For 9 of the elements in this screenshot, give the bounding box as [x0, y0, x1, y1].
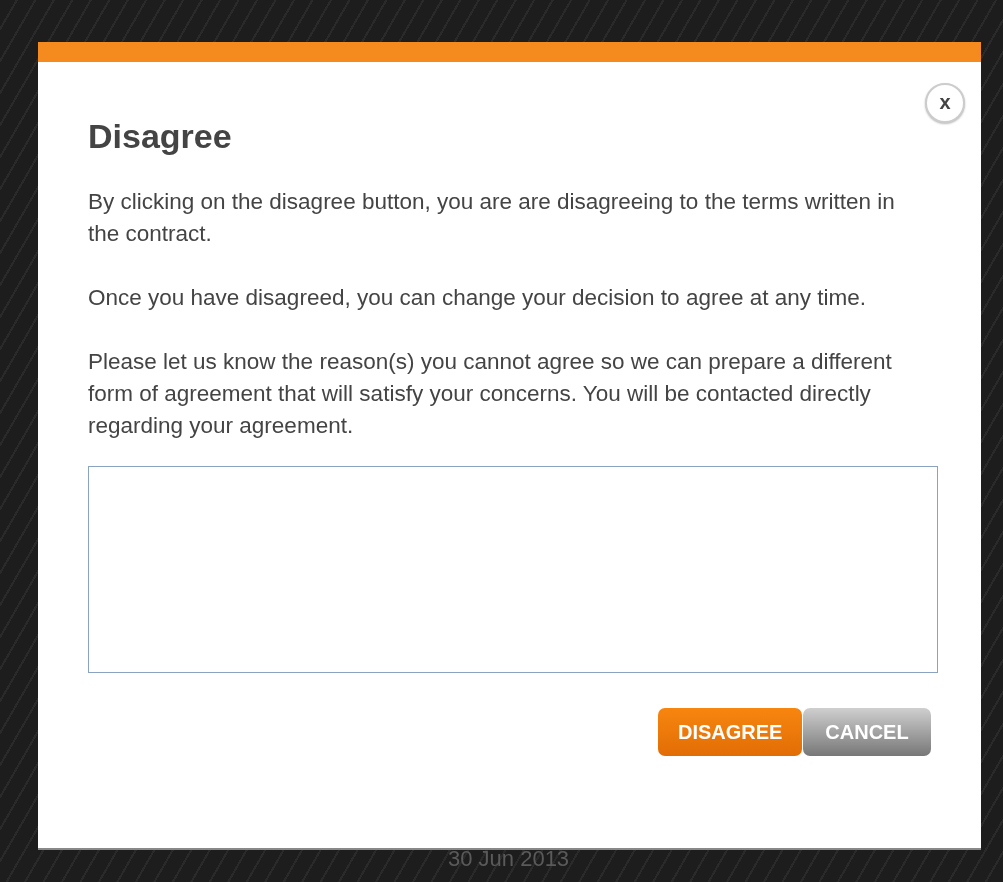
dialog-paragraph: By clicking on the disagree button, you are are disagreeing to the terms written in the contract. — [88, 188, 896, 248]
disagree-button[interactable]: DISAGREE — [658, 708, 802, 756]
cancel-button[interactable]: CANCEL — [803, 708, 931, 756]
close-button[interactable]: x — [925, 83, 965, 123]
reason-textarea[interactable] — [88, 466, 938, 673]
dialog-paragraph: Please let us know the reason(s) you cannot agree so we can prepare a different form of agreement that will satisfy your concerns. You will be contacted directly regarding your agreement. — [88, 348, 893, 440]
background-date: 30 Jun 2013 — [448, 846, 570, 872]
dialog-paragraph: Once you have disagreed, you can change your decision to agree at any time. — [88, 284, 867, 312]
dialog-title: Disagree — [88, 117, 233, 156]
